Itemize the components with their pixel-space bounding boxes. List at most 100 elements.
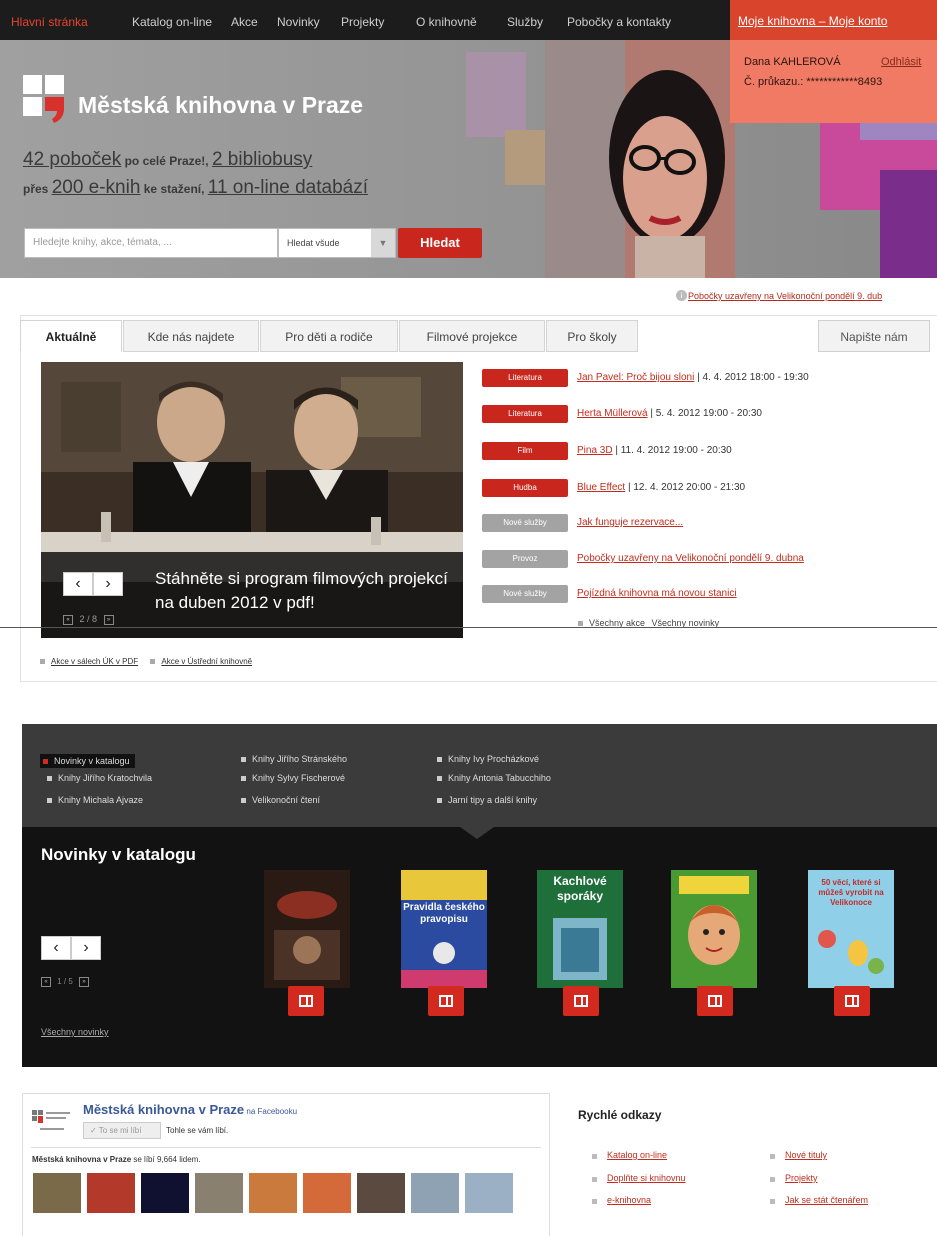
bullet-icon bbox=[241, 798, 246, 804]
quick-link[interactable]: Projekty bbox=[785, 1173, 818, 1183]
book-open-button[interactable] bbox=[428, 986, 464, 1016]
nav-item-catalog[interactable]: Katalog on-line bbox=[132, 0, 212, 40]
catalog-topic[interactable]: Knihy Antonia Tabucchiho bbox=[437, 773, 551, 783]
search-input[interactable]: Hledejte knihy, akce, témata, ... bbox=[24, 228, 278, 258]
avatar[interactable] bbox=[303, 1173, 351, 1213]
avatar[interactable] bbox=[249, 1173, 297, 1213]
feature-caption[interactable]: Stáhněte si program filmových projekcí n… bbox=[155, 567, 455, 615]
book-open-button[interactable] bbox=[563, 986, 599, 1016]
catalog-topic-new[interactable]: Novinky v katalogu bbox=[40, 754, 135, 768]
tab-current[interactable]: Aktuálně bbox=[20, 320, 122, 352]
library-name[interactable]: Městská knihovna v Praze bbox=[78, 92, 363, 119]
search-button[interactable]: Hledat bbox=[398, 228, 482, 258]
quick-link[interactable]: Doplňte si knihovnu bbox=[607, 1173, 686, 1183]
book-cover[interactable]: 50 věcí, které si můžeš vyrobit na Velik… bbox=[808, 870, 894, 988]
facebook-suffix: na Facebooku bbox=[244, 1107, 298, 1116]
event-item: Film Pina 3D | 11. 4. 2012 19:00 - 20:30 bbox=[482, 442, 937, 462]
event-link[interactable]: Pojízdná knihovna má novou stanici bbox=[577, 588, 737, 599]
event-link[interactable]: Blue Effect bbox=[577, 482, 625, 493]
event-link[interactable]: Jak funguje rezervace... bbox=[577, 517, 683, 528]
library-logo-icon bbox=[32, 1110, 70, 1130]
catalog-topic[interactable]: Jarní tipy a další knihy bbox=[437, 795, 537, 805]
catalog-prev-button[interactable]: ‹ bbox=[41, 936, 71, 960]
event-category-badge[interactable]: Literatura bbox=[482, 369, 568, 387]
bookmobiles-link[interactable]: 2 bibliobusy bbox=[212, 149, 312, 170]
tab-schools[interactable]: Pro školy bbox=[546, 320, 638, 352]
next-button[interactable]: › bbox=[93, 572, 123, 596]
catalog-topic[interactable]: Knihy Jiřího Kratochvila bbox=[47, 773, 152, 783]
decor-block bbox=[880, 170, 937, 278]
logout-link[interactable]: Odhlásit bbox=[881, 56, 921, 68]
chevron-down-icon: ▼ bbox=[371, 229, 395, 257]
event-link[interactable]: Jan Pavel: Proč bijou sloni bbox=[577, 372, 694, 383]
book-cover[interactable]: Kachlové sporáky bbox=[537, 870, 623, 988]
nav-item-projects[interactable]: Projekty bbox=[341, 0, 384, 40]
event-category-badge[interactable]: Nové služby bbox=[482, 514, 568, 532]
catalog-topic[interactable]: Knihy Jiřího Stránského bbox=[241, 754, 347, 764]
bullet-icon bbox=[437, 798, 442, 804]
event-link[interactable]: Pina 3D bbox=[577, 445, 613, 456]
tab-children-parents[interactable]: Pro děti a rodiče bbox=[260, 320, 398, 352]
avatar[interactable] bbox=[465, 1173, 513, 1213]
tab-where-to-find-us[interactable]: Kde nás najdete bbox=[123, 320, 259, 352]
event-category-badge[interactable]: Nové služby bbox=[482, 585, 568, 603]
catalog-next-button[interactable]: › bbox=[71, 936, 101, 960]
nav-item-about[interactable]: O knihovně bbox=[416, 0, 477, 40]
avatar[interactable] bbox=[87, 1173, 135, 1213]
quick-link[interactable]: Katalog on-line bbox=[607, 1150, 667, 1160]
stats-text: ke stažení, bbox=[140, 182, 208, 196]
avatar[interactable] bbox=[411, 1173, 459, 1213]
my-account-link[interactable]: Moje knihovna – Moje konto bbox=[738, 14, 887, 28]
tab-film-screenings[interactable]: Filmové projekce bbox=[399, 320, 545, 352]
likes-status: Tohle se vám líbí. bbox=[166, 1126, 229, 1135]
last-page-icon[interactable]: » bbox=[79, 977, 90, 987]
facebook-page-link[interactable]: Městská knihovna v Praze bbox=[83, 1102, 244, 1117]
avatar[interactable] bbox=[357, 1173, 405, 1213]
last-page-icon[interactable]: » bbox=[103, 614, 114, 625]
event-link[interactable]: Pobočky uzavřeny na Velikonoční pondělí … bbox=[577, 553, 804, 564]
event-date: | 11. 4. 2012 19:00 - 20:30 bbox=[612, 445, 732, 456]
event-category-badge[interactable]: Literatura bbox=[482, 405, 568, 423]
nav-item-home[interactable]: Hlavní stránka bbox=[11, 0, 88, 40]
nav-item-services[interactable]: Služby bbox=[507, 0, 543, 40]
search-scope-select[interactable]: Hledat všude ▼ bbox=[278, 228, 396, 258]
notice-link[interactable]: Pobočky uzavřeny na Velikonoční pondělí … bbox=[688, 291, 882, 301]
events-pdf-link[interactable]: Akce v sálech ÚK v PDF bbox=[51, 657, 138, 666]
quick-link[interactable]: Nové tituly bbox=[785, 1150, 827, 1160]
catalog-topic[interactable]: Knihy Sylvy Fischerové bbox=[241, 773, 345, 783]
book-open-button[interactable] bbox=[834, 986, 870, 1016]
quick-link[interactable]: Jak se stát čtenářem bbox=[785, 1195, 868, 1205]
catalog-topic[interactable]: Knihy Ivy Procházkové bbox=[437, 754, 539, 764]
book-open-button[interactable] bbox=[697, 986, 733, 1016]
event-category-badge[interactable]: Provoz bbox=[482, 550, 568, 568]
prev-button[interactable]: ‹ bbox=[63, 572, 93, 596]
book-cover[interactable] bbox=[671, 870, 757, 988]
count-page-name[interactable]: Městská knihovna v Praze bbox=[32, 1155, 131, 1164]
first-page-icon[interactable]: « bbox=[41, 977, 51, 987]
bullet-icon bbox=[40, 659, 45, 665]
nav-item-branches[interactable]: Pobočky a kontakty bbox=[567, 0, 671, 40]
event-category-badge[interactable]: Film bbox=[482, 442, 568, 460]
catalog-topic[interactable]: Velikonoční čtení bbox=[241, 795, 320, 805]
event-link[interactable]: Herta Müllerová bbox=[577, 408, 648, 419]
branches-link[interactable]: 42 poboček bbox=[23, 149, 121, 170]
avatar[interactable] bbox=[141, 1173, 189, 1213]
databases-link[interactable]: 11 on-line databází bbox=[208, 177, 368, 198]
quick-link[interactable]: e-knihovna bbox=[607, 1195, 651, 1205]
book-cover[interactable] bbox=[264, 870, 350, 988]
nav-item-events[interactable]: Akce bbox=[231, 0, 258, 40]
ebooks-link[interactable]: 200 e-knih bbox=[52, 177, 141, 198]
book-open-button[interactable] bbox=[288, 986, 324, 1016]
catalog-topic[interactable]: Knihy Michala Ajvaze bbox=[47, 795, 143, 805]
nav-item-news[interactable]: Novinky bbox=[277, 0, 320, 40]
book-cover[interactable]: Pravidla českého pravopisu bbox=[401, 870, 487, 988]
event-category-badge[interactable]: Hudba bbox=[482, 479, 568, 497]
avatar[interactable] bbox=[195, 1173, 243, 1213]
like-button[interactable]: ✓ To se mi líbí bbox=[83, 1122, 161, 1139]
first-page-icon[interactable]: « bbox=[63, 614, 73, 625]
central-library-events-link[interactable]: Akce v Ústřední knihovně bbox=[161, 657, 252, 666]
avatar[interactable] bbox=[33, 1173, 81, 1213]
stats-line-2: přes 200 e-knih ke stažení, 11 on-line d… bbox=[23, 177, 368, 199]
write-us-button[interactable]: Napište nám bbox=[818, 320, 930, 352]
all-news-link[interactable]: Všechny novinky bbox=[41, 1027, 109, 1037]
